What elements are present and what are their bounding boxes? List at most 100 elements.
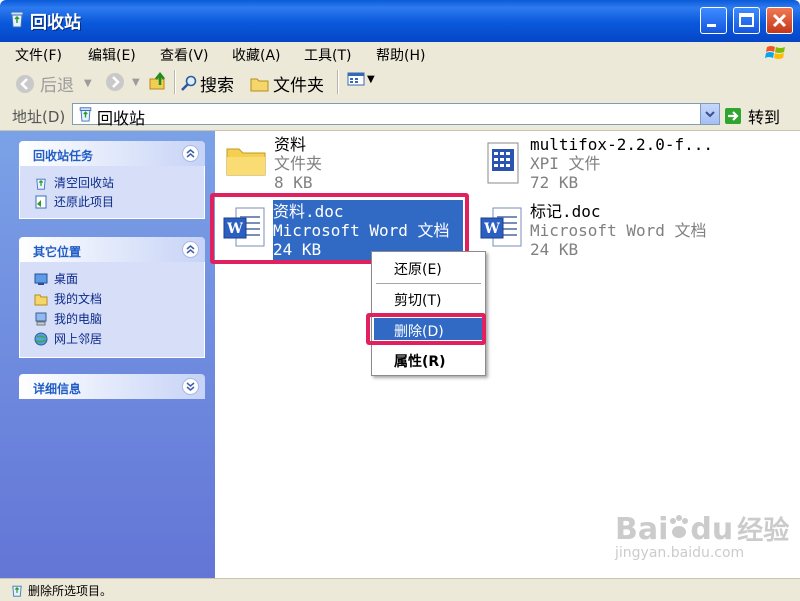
maximize-button[interactable] — [733, 7, 760, 34]
file-item[interactable]: 资料 文件夹 8 KB — [222, 133, 422, 193]
menu-tools[interactable]: 工具(T) — [304, 45, 351, 65]
menu-separator — [376, 283, 481, 284]
status-text: 删除所选项目。 — [28, 584, 113, 598]
paw-icon — [670, 515, 689, 538]
restore-icon — [35, 195, 47, 209]
network-places-icon — [34, 332, 48, 345]
search-icon — [181, 75, 197, 91]
context-menu-properties[interactable]: 属性(R) — [394, 351, 446, 371]
watermark-url: jingyan.baidu.com — [615, 545, 745, 561]
forward-button[interactable]: ▼ — [104, 71, 140, 93]
close-button[interactable] — [766, 7, 793, 34]
address-label: 地址(D) — [12, 108, 66, 126]
status-bar: 删除所选项目。 — [0, 578, 800, 601]
other-places-panel: 桌面 我的文档 我的电脑 网上邻居 — [19, 262, 205, 358]
up-folder-button[interactable] — [148, 71, 168, 91]
collapse-button[interactable] — [182, 145, 199, 162]
file-type: Microsoft Word 文档 — [530, 221, 707, 240]
recycle-tasks-panel: 清空回收站 还原此项目 — [19, 166, 205, 219]
desktop-link[interactable]: 桌面 — [34, 270, 78, 287]
panel-header-recycle-tasks[interactable]: 回收站任务 — [19, 141, 205, 166]
back-button[interactable]: 后退 ▼ — [14, 71, 92, 96]
recycle-bin-icon — [36, 178, 46, 190]
my-computer-link[interactable]: 我的电脑 — [34, 310, 102, 327]
folders-icon — [250, 78, 269, 91]
search-button[interactable]: 搜索 — [180, 71, 234, 96]
recycle-bin-icon — [79, 107, 92, 122]
file-item[interactable]: multifox-2.2.0-f... XPI 文件 72 KB — [480, 133, 790, 193]
windows-logo-icon — [765, 46, 785, 59]
my-computer-label: 我的电脑 — [54, 312, 103, 326]
recycle-bin-icon — [12, 585, 22, 597]
close-icon — [772, 13, 787, 28]
recycle-bin-icon — [10, 11, 24, 28]
baidu-watermark: Bai du 经验 jingyan.baidu.com — [615, 510, 789, 561]
go-button[interactable]: 转到 — [724, 104, 780, 128]
collapse-button[interactable] — [182, 241, 199, 258]
panel-title: 回收站任务 — [33, 149, 94, 163]
window-title: 回收站 — [30, 13, 81, 33]
back-arrow-icon — [16, 74, 34, 93]
file-size: 8 KB — [274, 173, 313, 192]
chevron-down-icon — [186, 382, 195, 391]
views-icon — [347, 72, 365, 86]
panel-title: 详细信息 — [33, 382, 82, 396]
network-places-link[interactable]: 网上邻居 — [34, 330, 102, 347]
panel-header-details[interactable]: 详细信息 — [19, 374, 205, 399]
forward-arrow-icon — [106, 73, 124, 91]
annotation-highlight-delete — [366, 313, 486, 345]
folder-icon — [226, 148, 266, 176]
context-menu-cut[interactable]: 剪切(T) — [394, 290, 441, 310]
views-dropdown-icon: ▼ — [367, 73, 375, 85]
address-value: 回收站 — [97, 109, 146, 128]
forward-dropdown-icon: ▼ — [132, 76, 140, 88]
file-type: 文件夹 — [274, 154, 323, 173]
title-bar: 回收站 — [0, 0, 800, 42]
maximize-icon — [739, 13, 754, 27]
xpi-file-icon — [487, 142, 519, 184]
go-arrow-icon — [725, 108, 741, 124]
panel-title: 其它位置 — [33, 245, 82, 259]
chevron-up-icon — [186, 245, 195, 254]
restore-item-label: 还原此项目 — [54, 195, 115, 209]
watermark-brand: Bai — [615, 512, 669, 547]
my-documents-label: 我的文档 — [54, 292, 103, 306]
address-dropdown-button[interactable] — [700, 104, 719, 124]
menu-favorites[interactable]: 收藏(A) — [232, 45, 281, 65]
file-item[interactable]: W 标记.doc Microsoft Word 文档 24 KB — [477, 200, 787, 260]
file-name: 标记.doc — [530, 202, 601, 221]
toolbar-separator — [337, 70, 339, 94]
expand-button[interactable] — [182, 378, 199, 395]
up-folder-icon — [149, 71, 165, 90]
restore-item-link[interactable]: 还原此项目 — [34, 193, 114, 210]
my-documents-icon — [34, 294, 48, 305]
file-name: multifox-2.2.0-f... — [530, 135, 714, 154]
file-size: 24 KB — [530, 240, 579, 259]
menu-view[interactable]: 查看(V) — [160, 45, 209, 65]
context-menu-restore[interactable]: 还原(E) — [394, 259, 442, 279]
svg-text:W: W — [483, 221, 500, 237]
my-documents-link[interactable]: 我的文档 — [34, 290, 102, 307]
address-input[interactable]: 回收站 — [72, 103, 720, 128]
my-computer-icon — [35, 312, 47, 325]
panel-header-other-places[interactable]: 其它位置 — [19, 237, 205, 262]
address-bar: 地址(D) 回收站 转到 — [0, 100, 800, 131]
empty-recycle-bin-link[interactable]: 清空回收站 — [34, 174, 114, 191]
watermark-brand2: du — [690, 512, 734, 547]
back-dropdown-icon: ▼ — [84, 78, 92, 89]
desktop-label: 桌面 — [54, 272, 79, 286]
views-button[interactable]: ▼ — [347, 71, 375, 87]
chevron-up-icon — [186, 149, 195, 158]
watermark-brand3: 经验 — [737, 516, 790, 546]
menu-bar: 文件(F) 编辑(E) 查看(V) 收藏(A) 工具(T) 帮助(H) — [0, 42, 800, 65]
menu-file[interactable]: 文件(F) — [15, 45, 62, 65]
minimize-button[interactable] — [700, 7, 727, 34]
desktop-icon — [34, 273, 48, 285]
menu-help[interactable]: 帮助(H) — [376, 45, 425, 65]
minimize-icon — [707, 24, 716, 27]
menu-edit[interactable]: 编辑(E) — [88, 45, 136, 65]
folders-button[interactable]: 文件夹 — [250, 71, 324, 96]
go-label: 转到 — [748, 108, 781, 127]
file-size: 72 KB — [530, 173, 579, 192]
back-label: 后退 — [40, 76, 74, 96]
